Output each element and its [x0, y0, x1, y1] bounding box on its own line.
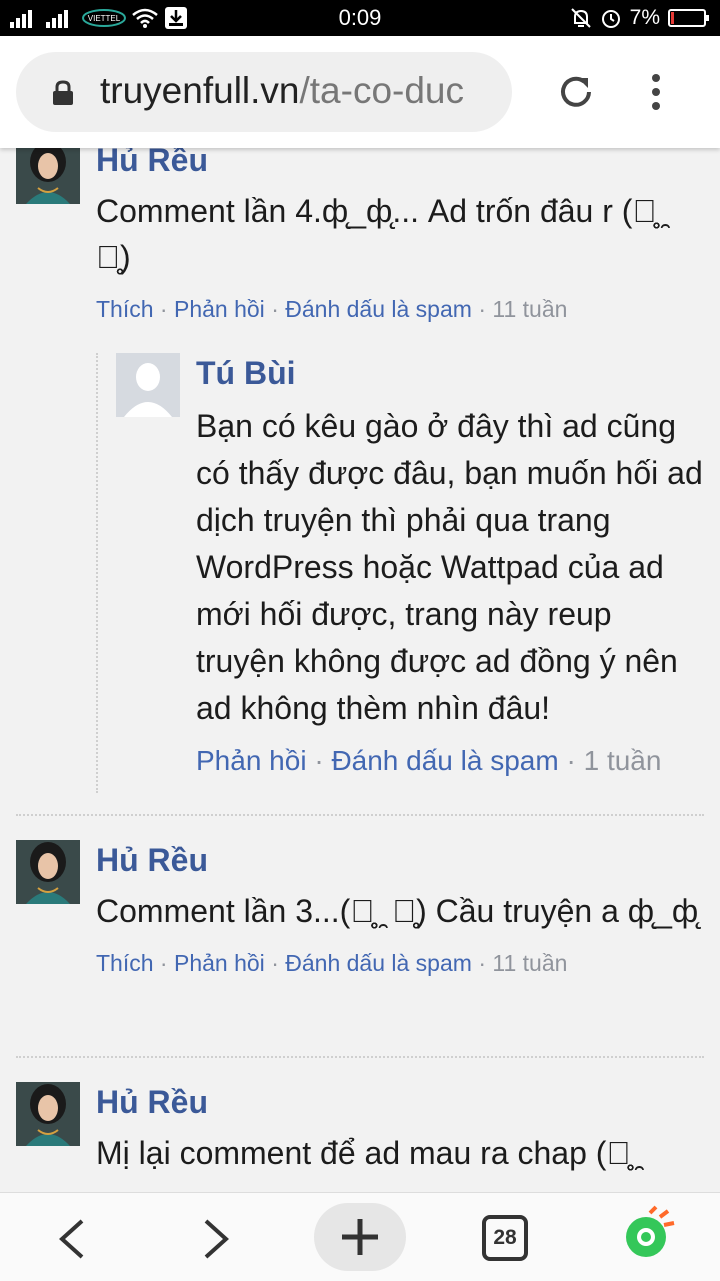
reply-link[interactable]: Phản hồi: [174, 950, 265, 976]
url-field[interactable]: truyenfull.vn/ta-co-duc: [16, 52, 512, 132]
avatar[interactable]: [16, 1082, 80, 1146]
alarm-icon: [601, 10, 620, 28]
browser-logo-icon[interactable]: [620, 1205, 676, 1261]
menu-icon[interactable]: [650, 74, 662, 110]
back-icon[interactable]: [56, 1217, 88, 1261]
url-host: truyenfull.vn: [100, 70, 300, 111]
battery-percent: 7%: [629, 6, 660, 29]
address-bar: truyenfull.vn/ta-co-duc: [0, 36, 720, 148]
avatar[interactable]: [16, 840, 80, 904]
reply-body: Tú Bùi Bạn có kêu gào ở đây thì ad cũng …: [196, 353, 706, 776]
mark-spam-link[interactable]: Đánh dấu là spam: [331, 745, 558, 776]
comment-text: Comment lần 3...(ｉ̥̥̥̥ ̯ ｉ̥̥̥̥) Cầu truy…: [96, 893, 699, 929]
new-tab-icon: [342, 1219, 378, 1255]
reload-icon[interactable]: [556, 72, 596, 112]
reply-link[interactable]: Phản hồi: [196, 745, 307, 776]
bottom-toolbar: 28: [0, 1192, 720, 1281]
url-path: /ta-co-duc: [299, 70, 465, 111]
reply-time: 1 tuần: [583, 745, 662, 776]
comment-body: Hủ Rều Comment lần 3...(ｉ̥̥̥̥ ̯ ｉ̥̥̥̥) C…: [96, 840, 706, 978]
comment-text: Mị lại comment để ad mau ra chap (ｉ̥̥̥̥ …: [96, 1135, 640, 1171]
comment-time: 11 tuần: [492, 296, 568, 322]
divider: [16, 814, 704, 816]
reply-author[interactable]: Tú Bùi: [196, 353, 706, 393]
comment-text: Comment lần 4.ф̨_ф̨... Ad trốn đâu r (ｉ̥…: [96, 193, 666, 275]
forward-icon[interactable]: [200, 1217, 232, 1261]
comment-actions: Thích · Phản hồi · Đánh dấu là spam · 11…: [96, 950, 568, 976]
new-tab-button[interactable]: [314, 1203, 406, 1271]
avatar-image: [16, 840, 80, 904]
comment-body: Hủ Rều Comment lần 4.ф̨_ф̨... Ad trốn đâ…: [96, 148, 706, 324]
comment-actions: Thích · Phản hồi · Đánh dấu là spam · 11…: [96, 296, 568, 322]
reply-link[interactable]: Phản hồi: [174, 296, 265, 322]
default-avatar-icon: [116, 353, 180, 417]
divider: [16, 1056, 704, 1058]
reply-actions: Phản hồi · Đánh dấu là spam · 1 tuần: [196, 745, 662, 776]
comment-author[interactable]: Hủ Rều: [96, 148, 706, 180]
comment-body: Hủ Rều Mị lại comment để ad mau ra chap …: [96, 1082, 706, 1176]
like-link[interactable]: Thích: [96, 950, 154, 976]
comment-time: 11 tuần: [492, 950, 568, 976]
like-link[interactable]: Thích: [96, 296, 154, 322]
mark-spam-link[interactable]: Đánh dấu là spam: [285, 296, 472, 322]
lock-icon: [53, 80, 73, 105]
avatar[interactable]: [16, 148, 80, 204]
url-text: truyenfull.vn/ta-co-duc: [100, 70, 464, 112]
status-right: 7%: [570, 6, 710, 30]
comment-author[interactable]: Hủ Rều: [96, 840, 706, 880]
avatar[interactable]: [116, 353, 180, 417]
avatar-image: [16, 1082, 80, 1146]
comments-section: Hủ Rều Comment lần 4.ф̨_ф̨... Ad trốn đâ…: [0, 148, 720, 1192]
mark-spam-link[interactable]: Đánh dấu là spam: [285, 950, 472, 976]
mute-icon: [570, 8, 591, 28]
comment-author[interactable]: Hủ Rều: [96, 1082, 706, 1122]
reply-text: Bạn có kêu gào ở đây thì ad cũng có thấy…: [196, 408, 703, 726]
tabs-button[interactable]: 28: [482, 1215, 528, 1261]
battery-icon: [668, 9, 709, 27]
reply-thread: Tú Bùi Bạn có kêu gào ở đây thì ad cũng …: [96, 353, 708, 793]
status-bar: VIETTEL 0:09 7%: [0, 0, 720, 36]
avatar-image: [16, 148, 80, 204]
